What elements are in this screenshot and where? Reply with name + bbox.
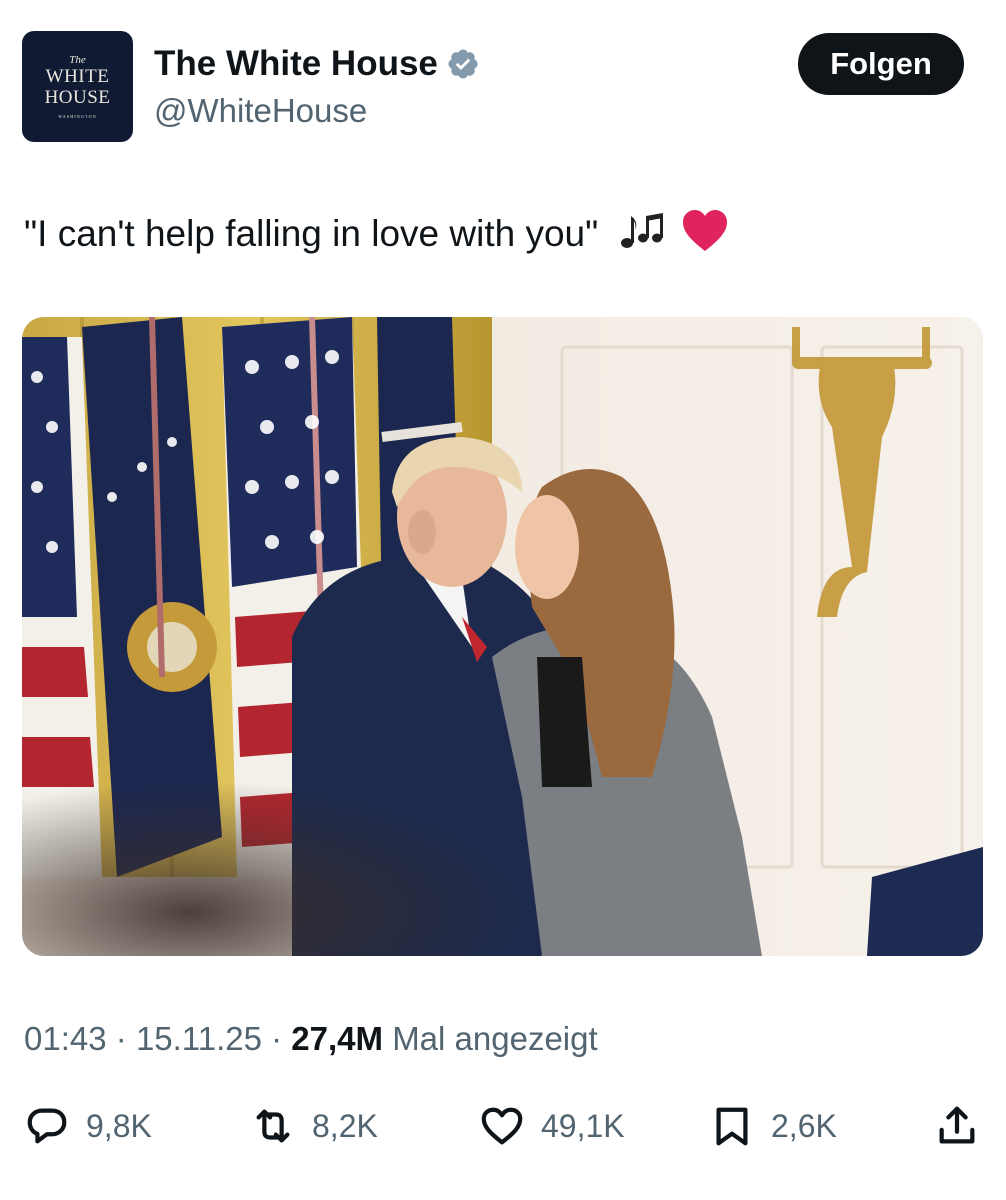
avatar[interactable]: The WHITE HOUSE WASHINGTON: [22, 31, 133, 142]
tweet-photo[interactable]: [22, 317, 983, 956]
repost-icon: [256, 1109, 290, 1143]
view-label: Mal angezeigt: [392, 1020, 598, 1057]
tweet-text: "I can't help falling in love with you": [24, 212, 599, 254]
avatar-text-house: HOUSE: [44, 87, 111, 108]
tweet-text-row: "I can't help falling in love with you": [24, 208, 964, 264]
red-heart-icon: [681, 208, 729, 264]
verified-badge-icon: [446, 47, 480, 81]
photo-illustration: [22, 317, 983, 956]
tweet-time[interactable]: 01:43: [24, 1020, 107, 1057]
avatar-text-washington: WASHINGTON: [58, 114, 97, 119]
author-handle[interactable]: @WhiteHouse: [154, 91, 367, 131]
reply-icon: [27, 1108, 67, 1144]
share-icon: [939, 1106, 975, 1144]
repost-button[interactable]: 8,2K: [250, 1096, 378, 1156]
tweet-meta: 01:43 · 15.11.25 · 27,4M Mal angezeigt: [24, 1018, 598, 1060]
meta-separator: ·: [271, 1020, 283, 1057]
bookmark-icon: [716, 1107, 748, 1146]
author-name-row: The White House: [154, 44, 480, 84]
tweet-actions: 9,8K 8,2K 49,1K 2,6K: [24, 1096, 984, 1156]
follow-button[interactable]: Folgen: [798, 33, 964, 95]
avatar-text-white: WHITE: [45, 66, 110, 87]
tweet-date[interactable]: 15.11.25: [136, 1020, 262, 1057]
bookmark-count: 2,6K: [771, 1107, 837, 1144]
reply-button[interactable]: 9,8K: [24, 1096, 152, 1156]
repost-count: 8,2K: [312, 1107, 378, 1144]
like-count: 49,1K: [541, 1107, 625, 1144]
meta-separator: ·: [115, 1020, 127, 1057]
view-count: 27,4M: [291, 1020, 384, 1057]
notes-icon: [619, 208, 669, 264]
like-button[interactable]: 49,1K: [479, 1096, 625, 1156]
bookmark-button[interactable]: 2,6K: [709, 1096, 837, 1156]
reply-count: 9,8K: [86, 1107, 152, 1144]
heart-icon: [481, 1107, 523, 1145]
avatar-text-the: The: [69, 54, 86, 66]
share-button[interactable]: [934, 1096, 980, 1156]
display-name[interactable]: The White House: [154, 44, 438, 84]
